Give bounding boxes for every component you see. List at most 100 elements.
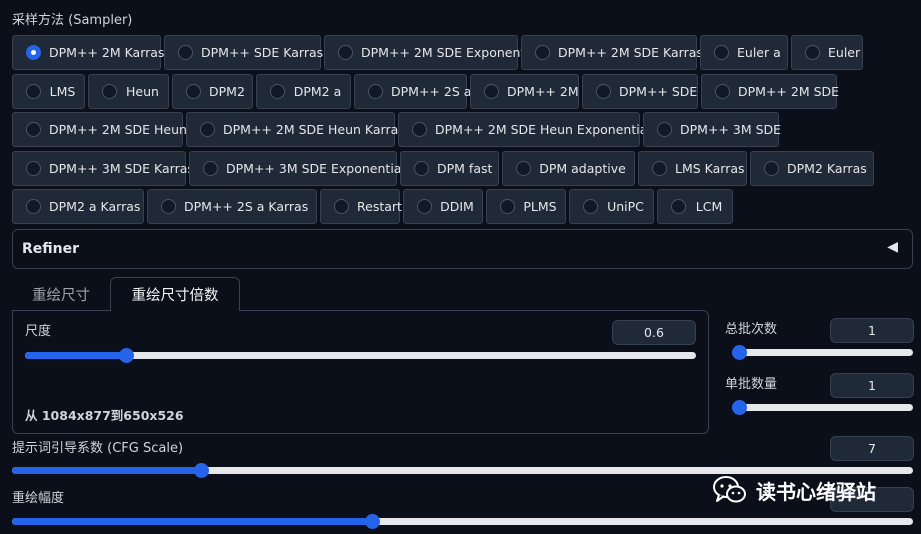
radio-circle-icon[interactable] xyxy=(102,84,117,99)
radio-circle-icon[interactable] xyxy=(26,45,41,60)
sampler-option-restart[interactable]: Restart xyxy=(320,189,402,224)
sampler-option-dpmpp-2m-sde-heun[interactable]: DPM++ 2M SDE Heun xyxy=(12,112,187,147)
radio-circle-icon[interactable] xyxy=(26,199,41,214)
denoise-slider[interactable] xyxy=(12,511,913,531)
sampler-option-dpm2[interactable]: DPM2 xyxy=(172,74,253,109)
radio-circle-icon[interactable] xyxy=(516,161,531,176)
sampler-option-label: DPM++ 2M SDE Karras xyxy=(558,45,703,60)
slider-thumb[interactable] xyxy=(365,514,381,529)
sampler-option-dpmpp-3m-sde-exponential[interactable]: DPM++ 3M SDE Exponential xyxy=(189,151,405,186)
sampler-option-euler-a[interactable]: Euler a xyxy=(700,35,788,70)
sampler-option-lms-karras[interactable]: LMS Karras xyxy=(638,151,747,186)
sampler-option-unipc[interactable]: UniPC xyxy=(569,189,654,224)
cfg-scale-input[interactable]: 7 xyxy=(830,436,914,461)
sampler-option-dpmpp-3m-sde[interactable]: DPM++ 3M SDE xyxy=(643,112,781,147)
sampler-option-dpmpp-2s-a-karras[interactable]: DPM++ 2S a Karras xyxy=(147,189,317,224)
slider-thumb[interactable] xyxy=(732,345,747,360)
sampler-option-dpmpp-2m-sde-heun-karras[interactable]: DPM++ 2M SDE Heun Karras xyxy=(186,112,405,147)
sampler-option-label: DPM++ 2S a Karras xyxy=(184,199,309,214)
sampler-option-dpmpp-3m-sde-karras[interactable]: DPM++ 3M SDE Karras xyxy=(12,151,194,186)
radio-circle-icon[interactable] xyxy=(26,122,41,137)
radio-circle-icon[interactable] xyxy=(178,45,193,60)
tab-resize-to[interactable]: 重绘尺寸 xyxy=(14,277,108,311)
scale-number-input[interactable]: 0.6 xyxy=(612,320,696,345)
batch-size-slider[interactable] xyxy=(732,397,913,417)
radio-circle-icon[interactable] xyxy=(484,84,499,99)
sampler-option-lcm[interactable]: LCM xyxy=(657,189,733,224)
sampler-option-label: Euler xyxy=(828,45,861,60)
radio-circle-icon[interactable] xyxy=(338,45,353,60)
batch-count-slider[interactable] xyxy=(732,342,913,362)
radio-circle-icon[interactable] xyxy=(657,122,672,137)
radio-circle-icon[interactable] xyxy=(203,161,218,176)
sampler-option-dpm2-a[interactable]: DPM2 a xyxy=(256,74,351,109)
refiner-accordion[interactable]: Refiner ◀ xyxy=(12,229,913,269)
slider-thumb[interactable] xyxy=(118,348,134,363)
radio-circle-icon[interactable] xyxy=(368,84,383,99)
slider-track xyxy=(732,349,913,356)
radio-circle-icon[interactable] xyxy=(764,161,779,176)
batch-count-input[interactable]: 1 xyxy=(830,318,914,343)
radio-circle-icon[interactable] xyxy=(671,199,686,214)
radio-circle-icon[interactable] xyxy=(535,45,550,60)
radio-circle-icon[interactable] xyxy=(417,199,432,214)
radio-circle-icon[interactable] xyxy=(596,84,611,99)
watermark-text: 读书心绪驿站 xyxy=(756,479,876,504)
radio-circle-icon[interactable] xyxy=(334,199,349,214)
radio-circle-icon[interactable] xyxy=(805,45,820,60)
radio-circle-icon[interactable] xyxy=(583,199,598,214)
scale-slider[interactable] xyxy=(25,345,696,365)
sampler-option-dpm2-a-karras[interactable]: DPM2 a Karras xyxy=(12,189,144,224)
collapse-triangle-icon[interactable]: ◀ xyxy=(887,239,898,255)
slider-fill xyxy=(12,518,373,525)
batch-size-input[interactable]: 1 xyxy=(830,373,914,398)
sampler-option-heun[interactable]: Heun xyxy=(88,74,169,109)
radio-circle-icon[interactable] xyxy=(200,122,215,137)
sampler-option-dpmpp-2m-sde-heun-exponential[interactable]: DPM++ 2M SDE Heun Exponential xyxy=(398,112,651,147)
sampler-option-dpm-adaptive[interactable]: DPM adaptive xyxy=(502,151,635,186)
radio-circle-icon[interactable] xyxy=(652,161,667,176)
sampler-option-dpmpp-2m[interactable]: DPM++ 2M xyxy=(470,74,579,109)
radio-circle-icon[interactable] xyxy=(412,122,427,137)
sampler-option-label: DPM++ SDE Karras xyxy=(201,45,324,60)
sampler-row: DPM++ 3M SDE Karras DPM++ 3M SDE Exponent… xyxy=(12,151,877,186)
sampler-option-dpmpp-2m-karras[interactable]: DPM++ 2M Karras xyxy=(12,35,164,70)
radio-circle-icon[interactable] xyxy=(414,161,429,176)
sampler-option-label: DPM fast xyxy=(437,161,493,176)
radio-circle-icon[interactable] xyxy=(26,161,41,176)
sampler-option-label: DPM2 xyxy=(209,84,245,99)
slider-thumb[interactable] xyxy=(732,400,747,415)
sampler-option-label: DPM++ 2M xyxy=(507,84,579,99)
tab-resize-by[interactable]: 重绘尺寸倍数 xyxy=(110,277,240,311)
radio-circle-icon[interactable] xyxy=(186,84,201,99)
slider-fill xyxy=(12,467,202,474)
sampler-option-ddim[interactable]: DDIM xyxy=(403,189,483,224)
sampler-option-label: Euler a xyxy=(737,45,781,60)
sampler-option-dpm-fast[interactable]: DPM fast xyxy=(400,151,499,186)
sampler-option-dpmpp-2s-a[interactable]: DPM++ 2S a xyxy=(354,74,471,109)
sampler-option-label: DPM2 a xyxy=(293,84,342,99)
radio-circle-icon[interactable] xyxy=(26,84,41,99)
sampler-option-plms[interactable]: PLMS xyxy=(486,189,566,224)
sampler-option-dpmpp-2m-sde[interactable]: DPM++ 2M SDE xyxy=(701,74,839,109)
radio-circle-icon[interactable] xyxy=(270,84,285,99)
sampler-option-dpmpp-2m-sde-karras[interactable]: DPM++ 2M SDE Karras xyxy=(521,35,703,70)
sampler-option-lms[interactable]: LMS xyxy=(12,74,85,109)
sampler-option-dpmpp-sde-karras[interactable]: DPM++ SDE Karras xyxy=(164,35,323,70)
batch-count-label: 总批次数 xyxy=(725,322,778,337)
sampler-option-dpmpp-sde[interactable]: DPM++ SDE xyxy=(582,74,698,109)
radio-circle-icon[interactable] xyxy=(714,45,729,60)
radio-circle-icon[interactable] xyxy=(500,199,515,214)
sampler-option-dpmpp-2m-sde-exponential[interactable]: DPM++ 2M SDE Exponential xyxy=(324,35,540,70)
sampler-option-dpm2-karras[interactable]: DPM2 Karras xyxy=(750,151,874,186)
sampler-option-label: DPM++ 2M SDE xyxy=(738,84,840,99)
sampler-option-euler[interactable]: Euler xyxy=(791,35,863,70)
resize-by-panel: 尺度 0.6 从 1084x877到650x526 xyxy=(12,310,709,434)
wechat-icon xyxy=(713,476,746,503)
radio-circle-icon[interactable] xyxy=(161,199,176,214)
slider-thumb[interactable] xyxy=(194,463,210,478)
sampler-option-label: UniPC xyxy=(607,199,644,214)
sampler-option-label: DPM++ 2M SDE Heun xyxy=(49,122,187,137)
radio-circle-icon[interactable] xyxy=(715,84,730,99)
sampler-row: DPM++ 2M SDE Heun DPM++ 2M SDE Heun Karra… xyxy=(12,112,782,147)
